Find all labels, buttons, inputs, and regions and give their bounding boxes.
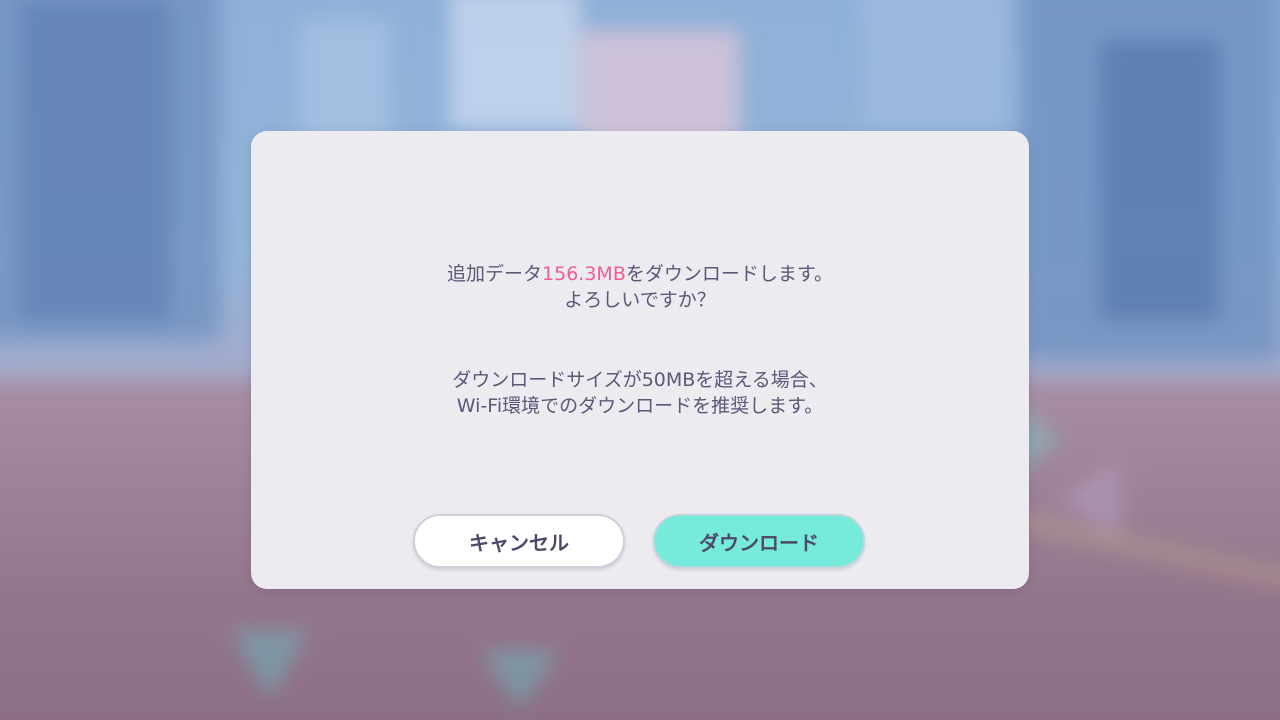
background-building xyxy=(860,0,1010,130)
download-button-label: ダウンロード xyxy=(699,530,819,555)
background-building xyxy=(1100,40,1220,320)
cancel-button-label: キャンセル xyxy=(469,530,569,555)
cancel-button[interactable]: キャンセル xyxy=(413,514,625,568)
download-size-line: 追加データ156.3MBをダウンロードします。 xyxy=(251,261,1029,287)
confirm-question: よろしいですか？ xyxy=(564,289,716,311)
download-size-value: 156.3MB xyxy=(542,263,626,285)
background-building xyxy=(450,0,580,130)
wifi-recommendation-message: ダウンロードサイズが50MBを超える場合、 Wi-Fi環境でのダウンロードを推奨… xyxy=(251,367,1029,419)
background-triangle-decoration xyxy=(480,650,560,710)
game-screen: 追加データ156.3MBをダウンロードします。 よろしいですか？ ダウンロードサ… xyxy=(0,0,1280,720)
message-suffix: をダウンロードします。 xyxy=(625,263,833,285)
background-triangle-decoration xyxy=(1060,460,1120,540)
wifi-note-line2: Wi-Fi環境でのダウンロードを推奨します。 xyxy=(456,395,824,417)
download-confirm-dialog: 追加データ156.3MBをダウンロードします。 よろしいですか？ ダウンロードサ… xyxy=(251,131,1029,589)
background-building xyxy=(20,0,170,320)
wifi-note-line1: ダウンロードサイズが50MBを超える場合、 xyxy=(452,369,828,391)
download-confirm-message: 追加データ156.3MBをダウンロードします。 よろしいですか？ xyxy=(251,261,1029,313)
background-triangle-decoration xyxy=(230,630,310,700)
message-prefix: 追加データ xyxy=(447,263,543,285)
download-button[interactable]: ダウンロード xyxy=(653,514,865,568)
